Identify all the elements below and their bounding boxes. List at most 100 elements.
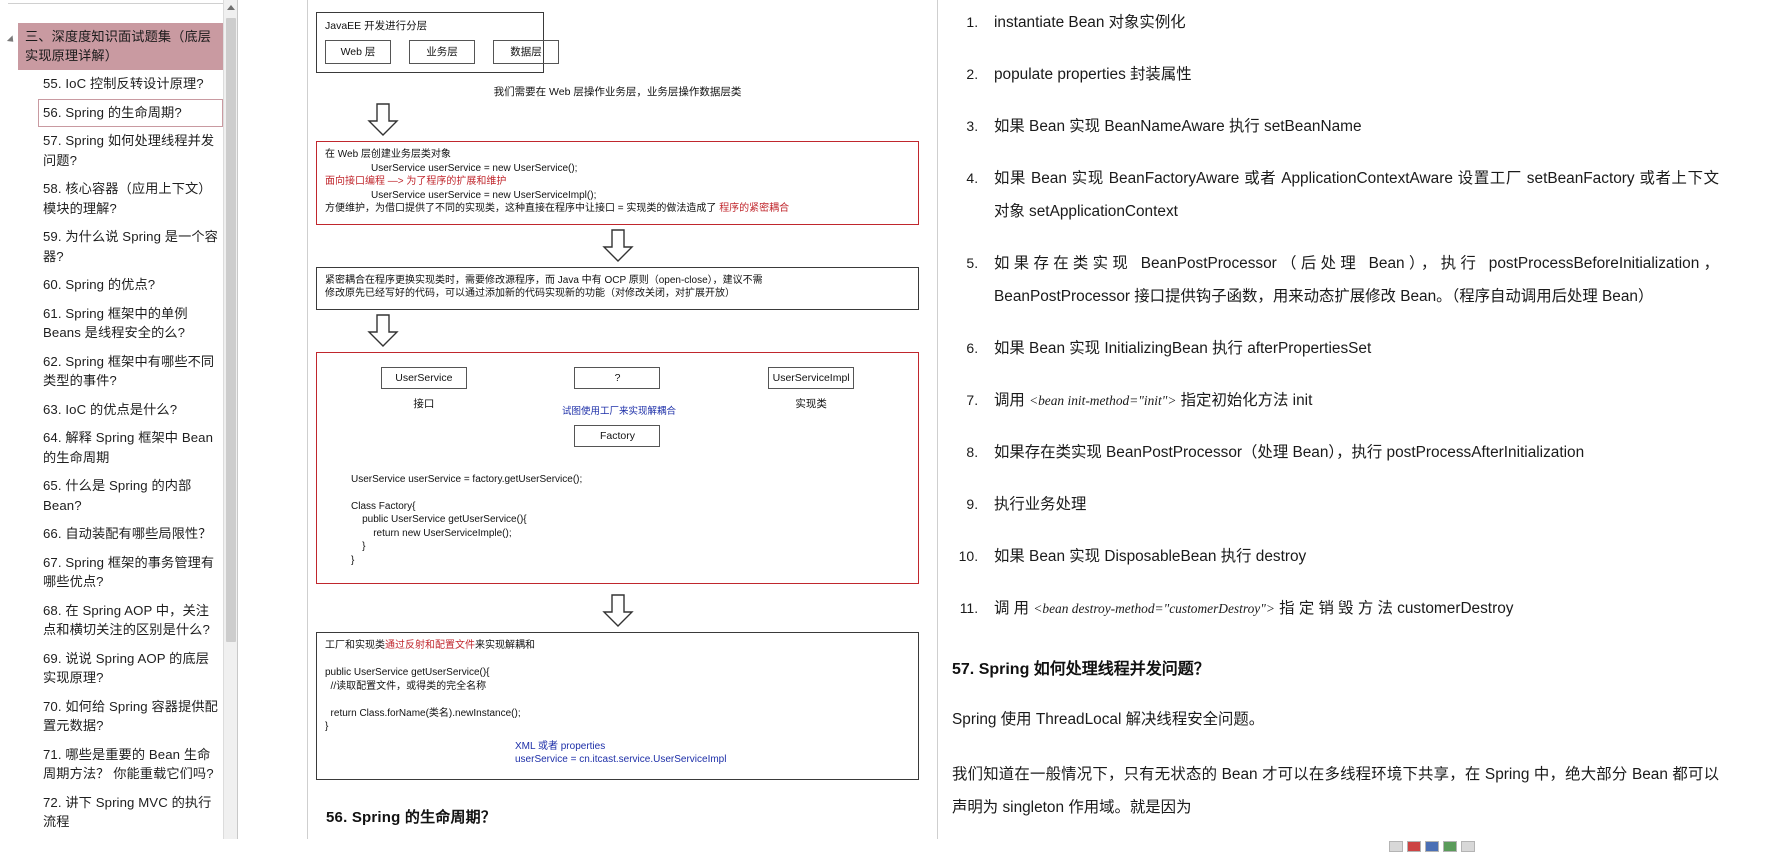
mini-button-green[interactable] — [1443, 841, 1457, 852]
mini-button-red[interactable] — [1407, 841, 1421, 852]
javaee-layer-figure: JavaEE 开发进行分层 Web 层 业务层 数据层 — [316, 12, 559, 73]
coupling-line-4: UserService userService = new UserServic… — [371, 189, 597, 201]
layer-cell-data: 数据层 — [493, 40, 559, 64]
toolbar-mini-buttons[interactable] — [1389, 841, 1475, 852]
reading-heading-57: 57. Spring 如何处理线程并发问题？ — [952, 661, 1210, 678]
list-item: 如果 Bean 实现 BeanFactoryAware 或者 Applicati… — [982, 162, 1719, 228]
sidebar-item-55[interactable]: 55. IoC 控制反转设计原理? — [38, 70, 223, 99]
sidebar-item-65[interactable]: 65. 什么是 Spring 的内部 Bean? — [38, 472, 223, 520]
class-node-row: UserService 接口 ? 试图使用工厂来实现解耦合 Factory Us… — [327, 366, 908, 447]
application-window: 三、深度度知识面试题集（底层实现原理详解） 55. IoC 控制反转设计原理? … — [0, 0, 1775, 853]
document-content: JavaEE 开发进行分层 Web 层 业务层 数据层 我们需要在 Web 层操… — [308, 12, 937, 827]
reflection-line-1a: 工厂和实现类 — [325, 640, 385, 651]
sidebar-item-62[interactable]: 62. Spring 框架中有哪些不同类型的事件? — [38, 348, 223, 396]
coupling-line-5-highlight: 程序的紧密耦合 — [719, 203, 790, 214]
sidebar-item-60[interactable]: 60. Spring 的优点? — [38, 271, 223, 300]
reflection-line-1b: 通过反射和配置文件 — [385, 640, 475, 651]
sidebar-item-61[interactable]: 61. Spring 框架中的单例 Beans 是线程安全的么? — [38, 300, 223, 348]
list-item: 执行业务处理 — [982, 488, 1719, 521]
reflection-code-3: return Class.forName(类名).newInstance(); — [325, 707, 521, 719]
class-node-factory: Factory — [574, 424, 661, 447]
class-node-interface-wrap: UserService 接口 — [380, 366, 467, 411]
step7-suffix: 指定初始化方法 init — [1176, 392, 1313, 409]
scroll-up-arrow-icon[interactable] — [224, 0, 237, 15]
sidebar-item-69[interactable]: 69. 说说 Spring AOP 的底层实现原理? — [38, 645, 223, 693]
ocp-line-1: 紧密耦合在程序更换实现类时，需要修改源程序，而 Java 中有 OCP 原则（o… — [325, 274, 763, 286]
coupling-line-3: 面向接口编程 —> 为了程序的扩展和维护 — [325, 176, 507, 187]
list-item: 如果存在类实现 BeanPostProcessor（后处理 Bean），执行 p… — [982, 247, 1719, 313]
mini-button-5[interactable] — [1461, 841, 1475, 852]
sidebar-item-58[interactable]: 58. 核心容器（应用上下文）模块的理解? — [38, 175, 223, 223]
down-arrow-4 — [316, 594, 919, 628]
factory-code-line-0: UserService userService = factory.getUse… — [351, 473, 583, 485]
step11-code: <bean destroy-method="customerDestroy"> — [1033, 601, 1275, 616]
sidebar-item-59[interactable]: 59. 为什么说 Spring 是一个容器? — [38, 223, 223, 271]
reading-pane: instantiate Bean 对象实例化 populate properti… — [938, 0, 1775, 853]
factory-code-line-2: Class Factory{ — [351, 500, 416, 512]
factory-code-snippet: UserService userService = factory.getUse… — [327, 473, 908, 568]
class-node-unknown-wrap: ? 试图使用工厂来实现解耦合 Factory — [562, 366, 676, 447]
reflection-code-0: public UserService getUserService(){ — [325, 667, 490, 678]
triangle-collapse-icon[interactable] — [4, 23, 18, 45]
outline-list: 三、深度度知识面试题集（底层实现原理详解） 55. IoC 控制反转设计原理? … — [0, 8, 237, 853]
list-item: 如果 Bean 实现 BeanNameAware 执行 setBeanName — [982, 110, 1719, 143]
reflection-blue-note-1: XML 或者 properties — [515, 740, 606, 752]
sidebar-item-72[interactable]: 72. 讲下 Spring MVC 的执行流程 — [38, 789, 223, 837]
outline-group-label[interactable]: 三、深度度知识面试题集（底层实现原理详解） — [18, 23, 223, 70]
sidebar-item-70[interactable]: 70. 如何给 Spring 容器提供配置元数据? — [38, 693, 223, 741]
sidebar-item-56[interactable]: 56. Spring 的生命周期? — [38, 98, 223, 127]
outline-sidebar: 三、深度度知识面试题集（底层实现原理详解） 55. IoC 控制反转设计原理? … — [0, 0, 238, 853]
layer-cell-service: 业务层 — [409, 40, 475, 64]
layer-figure-row: Web 层 业务层 数据层 — [325, 40, 559, 64]
step11-suffix: 指 定 销 毁 方 法 customerDestroy — [1274, 600, 1514, 617]
reflection-code-2 — [325, 693, 910, 707]
sidebar-item-67[interactable]: 67. Spring 框架的事务管理有哪些优点? — [38, 549, 223, 597]
scrollbar-thumb[interactable] — [226, 18, 236, 642]
factory-code-line-6: } — [351, 554, 355, 566]
sidebar-item-57[interactable]: 57. Spring 如何处理线程并发问题? — [38, 127, 223, 175]
layer-cell-web: Web 层 — [325, 40, 391, 64]
down-arrow-1 — [316, 103, 919, 137]
reading-paragraph-2: 我们知道在一般情况下，只有无状态的 Bean 才可以在多线程环境下共享，在 Sp… — [952, 766, 1719, 816]
sidebar-item-66[interactable]: 66. 自动装配有哪些局限性？ — [38, 520, 223, 549]
sidebar-item-63[interactable]: 63. IoC 的优点是什么? — [38, 396, 223, 425]
reflection-line-1c: 来实现解耦和 — [475, 640, 535, 651]
factory-code-line-5: } — [351, 541, 366, 552]
factory-code-line-4: return new UserServiceImple(); — [351, 527, 512, 539]
coupling-line-5: 方便维护，为借口提供了不同的实现类，这种直接在程序中让接口 = 实现类的做法造成… — [325, 202, 910, 216]
class-node-userserviceimpl: UserServiceImpl — [768, 366, 855, 389]
list-item: populate properties 封装属性 — [982, 58, 1719, 91]
down-arrow-icon — [601, 228, 634, 262]
factory-code-line-3: public UserService getUserService(){ — [351, 514, 527, 525]
ocp-explanation-box: 紧密耦合在程序更换实现类时，需要修改源程序，而 Java 中有 OCP 原则（o… — [316, 266, 919, 310]
coupling-line-5-plain: 方便维护，为借口提供了不同的实现类，这种直接在程序中让接口 = 实现类的做法造成… — [325, 203, 720, 214]
list-item: 如果 Bean 实现 DisposableBean 执行 destroy — [982, 540, 1719, 573]
reflection-code-1: //读取配置文件，或得类的完全名称 — [325, 680, 487, 692]
step7-prefix: 调用 — [994, 392, 1030, 409]
reflection-config-box: 工厂和实现类通过反射和配置文件来实现解耦和 public UserService… — [316, 632, 919, 780]
reflection-blue-note-2: userService = cn.itcast.service.UserServ… — [515, 754, 727, 765]
sidebar-item-71[interactable]: 71. 哪些是重要的 Bean 生命周期方法？ 你能重载它们吗? — [38, 741, 223, 789]
mini-button-1[interactable] — [1389, 841, 1403, 852]
down-arrow-3 — [316, 313, 919, 348]
sidebar-item-64[interactable]: 64. 解释 Spring 框架中 Bean 的生命周期 — [38, 424, 223, 472]
factory-class-diagram: UserService 接口 ? 试图使用工厂来实现解耦合 Factory Us… — [316, 351, 919, 584]
document-page-pane: JavaEE 开发进行分层 Web 层 业务层 数据层 我们需要在 Web 层操… — [308, 0, 938, 853]
sidebar-scrollbar[interactable] — [223, 0, 237, 853]
document-heading-56: 56. Spring 的生命周期？ — [326, 808, 497, 826]
reflection-line-1: 工厂和实现类通过反射和配置文件来实现解耦和 — [325, 639, 910, 653]
factory-note-text: 试图使用工厂来实现解耦合 — [561, 405, 676, 417]
coupling-explanation-box: 在 Web 层创建业务层类对象 UserService userService … — [316, 141, 919, 225]
list-item: 如果 Bean 实现 InitializingBean 执行 afterProp… — [982, 332, 1719, 365]
step11-prefix: 调 用 — [994, 600, 1034, 617]
list-item: 如果存在类实现 BeanPostProcessor（处理 Bean），执行 po… — [982, 436, 1719, 469]
outline-group-header[interactable]: 三、深度度知识面试题集（底层实现原理详解） — [0, 23, 237, 70]
down-arrow-icon — [367, 313, 399, 347]
class-node-userserviceimpl-sub: 实现类 — [795, 397, 827, 410]
down-arrow-icon — [367, 103, 399, 136]
class-node-impl-wrap: UserServiceImpl 实现类 — [768, 366, 855, 411]
reflection-spacer — [325, 653, 910, 667]
sidebar-item-68[interactable]: 68. 在 Spring AOP 中，关注点和横切关注的区别是什么? — [38, 597, 223, 645]
layer-figure-caption: 我们需要在 Web 层操作业务层，业务层操作数据层类 — [493, 86, 742, 98]
mini-button-blue[interactable] — [1425, 841, 1439, 852]
